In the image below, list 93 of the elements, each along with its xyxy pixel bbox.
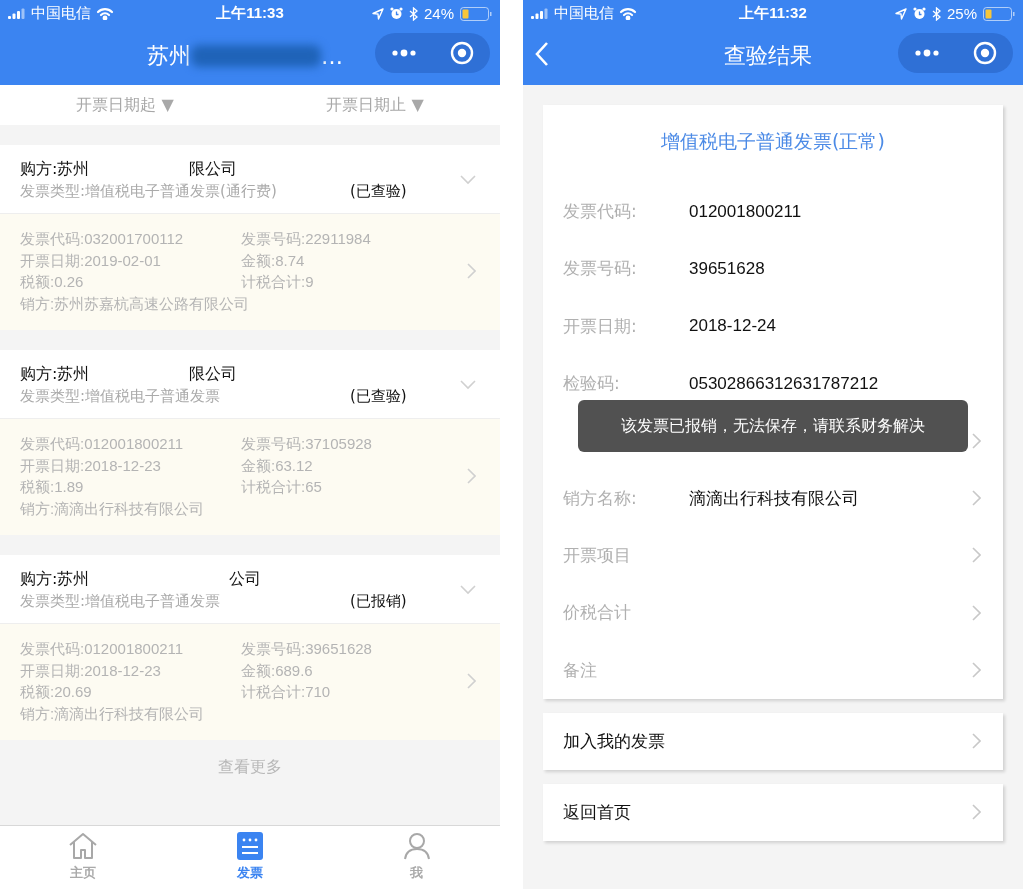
alarm-icon [912,7,926,20]
battery-icon [983,6,1015,21]
field-label: 发票号码: [563,258,637,279]
message-toast: 该发票已报销，无法保存，请联系财务解决 [578,400,968,452]
carrier-name: 中国电信 [554,4,614,23]
page-title: 苏州 [147,42,191,70]
invoice-field: 税额:0.26 [20,271,241,293]
chevron-down-icon [460,585,476,595]
invoice-field: 发票号码:39651628 [241,638,467,660]
field-label: 价税合计 [563,602,631,623]
page-title: 查验结果 [724,42,812,70]
invoice-field: 税额:20.69 [20,681,241,703]
home-icon [68,832,99,860]
tab-bar-item[interactable]: 我 [333,826,500,889]
invoice-status: (已查验) [350,182,407,201]
buyer-name: 限公司 [189,364,238,385]
chevron-down-icon [460,380,476,390]
invoice-field: 发票代码:012001800211 [20,638,241,660]
action-row[interactable]: 返回首页 [543,783,1003,841]
clock-time: 上午11:33 [216,4,284,23]
field-value: 39651628 [689,258,765,278]
field-value: 滴滴出行科技有限公司 [689,488,859,508]
alarm-icon [389,7,403,20]
field-label: 发票代码: [563,201,637,222]
field-label: 开票日期: [563,315,637,336]
field-value: 05302866312631787212 [689,373,879,393]
invoice-field: 开票日期:2018-12-23 [20,659,241,681]
field-label: 销方名称: [563,487,637,508]
chevron-down-icon [460,175,476,185]
invoice-field: 税额:1.89 [20,476,241,498]
date-filter[interactable]: 开票日期起 ▼ [72,92,178,118]
invoice-type: 发票类型:增值税电子普通发票(通行费) [20,182,277,201]
invoice-type: 发票类型:增值税电子普通发票 [20,387,221,406]
invoice-status: (已报销) [350,592,407,611]
buyer-name: 购方:苏州 [20,159,90,180]
seller-name: 销方:苏州苏嘉杭高速公路有限公司 [20,293,251,314]
buyer-name: 购方:苏州 [20,364,90,385]
field-label: 检验码: [563,373,620,394]
date-filter[interactable]: 开票日期止 ▼ [322,92,428,118]
invoice-field: 金额:63.12 [241,454,467,476]
field-value: 012001800211 [689,201,802,221]
invoice-field: 发票号码:22911984 [241,228,467,250]
tab-bar-item[interactable]: 发票 [166,826,334,889]
signal-icon [8,8,26,19]
chevron-right-icon [972,733,981,750]
more-icon[interactable] [391,49,418,57]
tab-bar-item[interactable]: 主页 [0,826,167,889]
invoice-field: 金额:689.6 [241,659,467,681]
location-icon [894,7,907,20]
action-row[interactable]: 加入我的发票 [543,712,1003,770]
invoice-field: 金额:8.74 [241,249,467,271]
chevron-right-icon [467,263,476,279]
field-value: 2018-12-24 [689,316,776,336]
invoice-field: 发票号码:37105928 [241,433,467,455]
back-icon[interactable] [535,41,549,67]
target-icon[interactable] [449,41,474,65]
clock-time: 上午11:32 [739,4,807,23]
chevron-right-icon [972,804,981,821]
invoice-field: 开票日期:2018-12-23 [20,454,241,476]
field-label: 开票项目 [563,544,631,565]
target-icon[interactable] [972,41,997,65]
invoice-field: 计税合计:65 [241,476,467,498]
battery-percent: 25% [946,5,977,22]
invoice-field: 开票日期:2019-02-01 [20,249,241,271]
invoice-status: (已查验) [350,387,407,406]
invoice-field: 发票代码:012001800211 [20,433,241,455]
seller-name: 销方:滴滴出行科技有限公司 [20,498,206,519]
invoice-field: 发票代码:032001700112 [20,228,241,250]
chevron-right-icon [467,673,476,689]
location-icon [371,7,384,20]
chevron-right-icon [467,468,476,484]
title-ellipsis: … [321,43,343,69]
document-icon [237,832,263,860]
invoice-field: 计税合计:710 [241,681,467,703]
field-label: 备注 [563,659,597,680]
battery-percent: 24% [423,5,454,22]
bluetooth-icon [931,6,941,21]
buyer-name: 公司 [229,569,262,590]
user-icon [402,832,431,860]
invoice-heading: 增值税电子普通发票(正常) [661,130,885,152]
buyer-name: 限公司 [189,159,238,180]
carrier-name: 中国电信 [31,4,91,23]
invoice-type: 发票类型:增值税电子普通发票 [20,592,221,611]
seller-name: 销方:滴滴出行科技有限公司 [20,703,206,724]
buyer-name: 购方:苏州 [20,569,90,590]
invoice-field: 计税合计:9 [241,271,467,293]
load-more-link[interactable]: 查看更多 [212,756,288,779]
more-icon[interactable] [914,49,941,57]
battery-icon [460,6,492,21]
signal-icon [531,8,549,19]
wifi-icon [96,7,114,20]
wifi-icon [619,7,637,20]
bluetooth-icon [408,6,418,21]
